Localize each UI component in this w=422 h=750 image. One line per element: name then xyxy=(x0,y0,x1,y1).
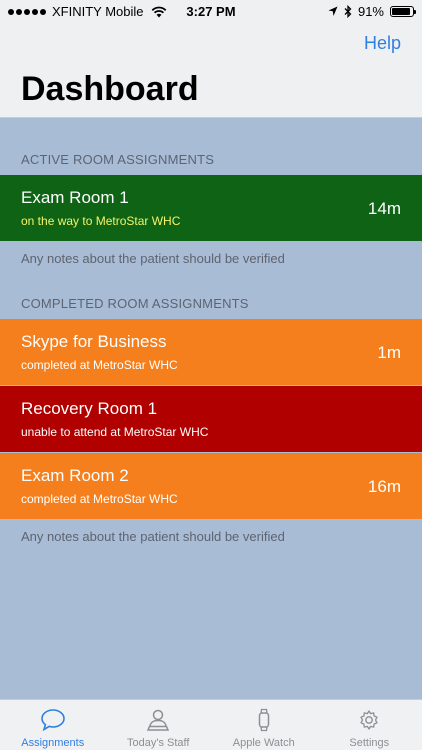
tab-todays-staff[interactable]: Today's Staff xyxy=(106,700,212,750)
battery-percent: 91% xyxy=(357,4,384,19)
tab-label: Today's Staff xyxy=(127,737,190,749)
tab-label: Assignments xyxy=(21,737,85,749)
assignment-row-exam-room-2[interactable]: Exam Room 2 completed at MetroStar WHC 1… xyxy=(0,453,422,519)
watch-icon xyxy=(258,708,269,732)
navigation-bar: Help Dashboard xyxy=(0,24,422,118)
elapsed-time: 16m xyxy=(367,477,401,496)
elapsed-time: 14m xyxy=(367,199,401,218)
tab-bar: Assignments Today's Staff Apple Watch Se… xyxy=(0,699,422,750)
help-button[interactable]: Help xyxy=(364,33,401,54)
status-indicators: 91% xyxy=(328,4,416,19)
page-title: Dashboard xyxy=(21,70,199,108)
assignment-status: completed at MetroStar WHC xyxy=(21,492,178,506)
room-name: Exam Room 2 xyxy=(21,466,129,485)
tab-assignments[interactable]: Assignments xyxy=(0,700,106,750)
gear-icon xyxy=(360,710,378,730)
tab-settings[interactable]: Settings xyxy=(317,700,422,750)
room-name: Skype for Business xyxy=(21,332,167,351)
tab-apple-watch[interactable]: Apple Watch xyxy=(211,700,317,750)
dashboard-list[interactable]: ACTIVE ROOM ASSIGNMENTS Exam Room 1 on t… xyxy=(0,118,422,699)
assignment-status: on the way to MetroStar WHC xyxy=(21,214,181,228)
elapsed-time: 1m xyxy=(377,343,401,362)
assignment-status: completed at MetroStar WHC xyxy=(21,358,178,372)
battery-icon xyxy=(390,6,416,17)
assignment-row-skype-for-business[interactable]: Skype for Business completed at MetroSta… xyxy=(0,319,422,385)
battery-fill xyxy=(392,8,411,15)
tab-label: Apple Watch xyxy=(232,737,295,749)
status-bar: XFINITY Mobile 3:27 PM 91% xyxy=(0,0,422,24)
bluetooth-icon xyxy=(344,5,352,18)
active-section-header: ACTIVE ROOM ASSIGNMENTS xyxy=(21,152,215,167)
assignment-status: unable to attend at MetroStar WHC xyxy=(21,425,209,439)
completed-section-note: Any notes about the patient should be ve… xyxy=(21,529,285,544)
room-name: Exam Room 1 xyxy=(21,188,129,207)
room-name: Recovery Room 1 xyxy=(21,399,158,418)
tab-label: Settings xyxy=(349,737,390,749)
staff-icon xyxy=(147,709,170,731)
completed-section-header: COMPLETED ROOM ASSIGNMENTS xyxy=(21,296,249,311)
location-icon xyxy=(328,6,338,16)
assignment-row-exam-room-1[interactable]: Exam Room 1 on the way to MetroStar WHC … xyxy=(0,175,422,241)
chat-bubble-icon xyxy=(40,709,65,732)
assignment-row-recovery-room-1[interactable]: Recovery Room 1 unable to attend at Metr… xyxy=(0,386,422,452)
active-section-note: Any notes about the patient should be ve… xyxy=(21,251,285,266)
